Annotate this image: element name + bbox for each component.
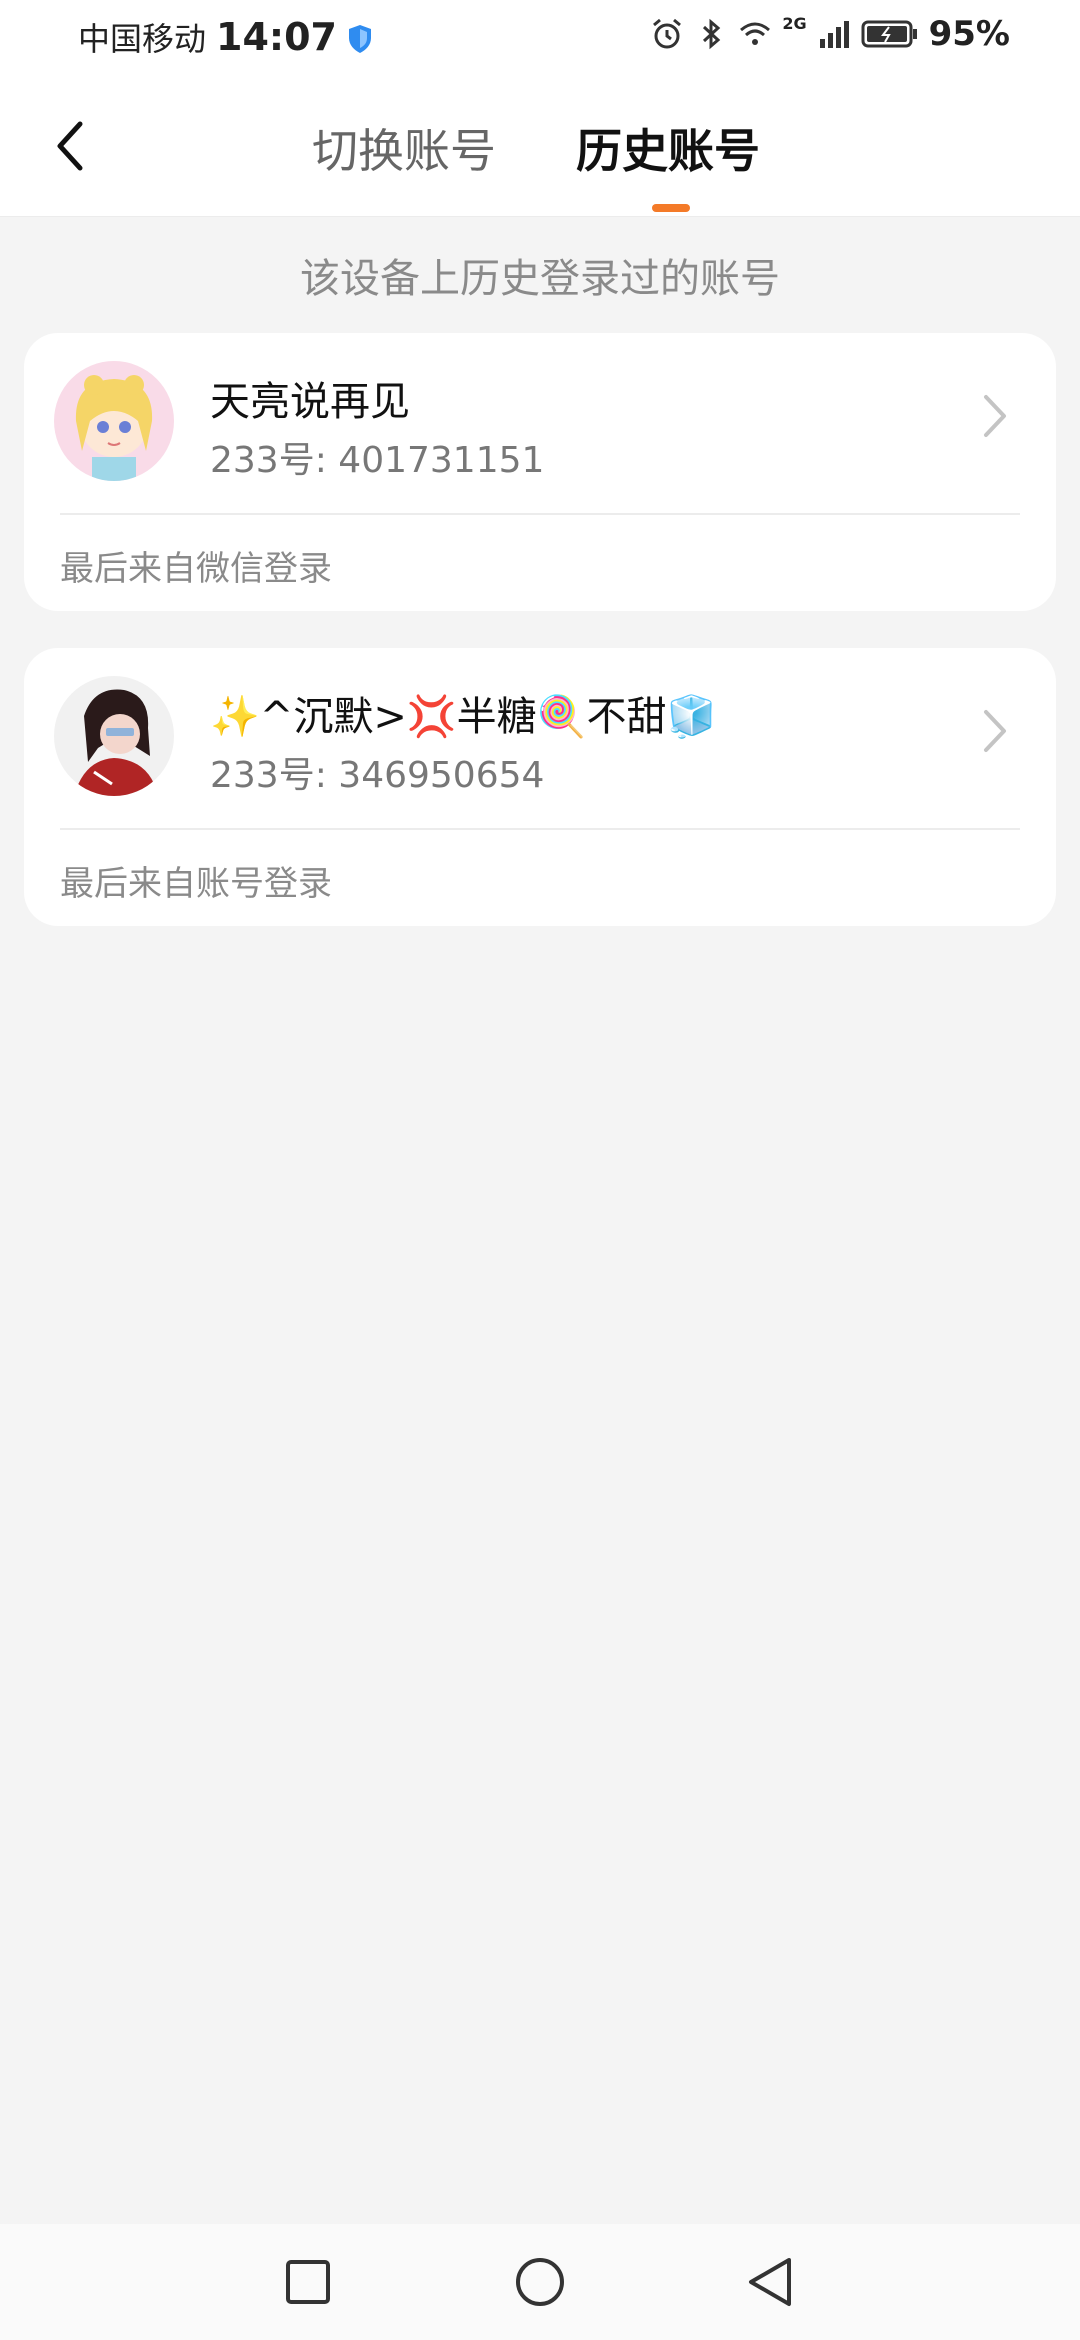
back-triangle-icon bbox=[749, 2258, 791, 2306]
battery-icon bbox=[861, 17, 919, 51]
recent-apps-button[interactable] bbox=[272, 2246, 344, 2318]
last-login-source: 最后来自微信登录 bbox=[60, 549, 332, 589]
status-right: 2G 95% bbox=[650, 14, 1010, 54]
last-login-source: 最后来自账号登录 bbox=[60, 864, 332, 904]
home-button[interactable] bbox=[504, 2246, 576, 2318]
wifi-icon bbox=[738, 17, 772, 51]
chevron-left-icon bbox=[57, 121, 83, 171]
chevron-right-icon bbox=[984, 395, 1006, 437]
avatar bbox=[54, 361, 174, 481]
tab-history-account[interactable]: 历史账号 bbox=[576, 116, 760, 186]
account-id: 233号: 346950654 bbox=[210, 755, 545, 796]
bluetooth-icon bbox=[694, 17, 728, 51]
account-card[interactable]: 天亮说再见 233号: 401731151 最后来自微信登录 bbox=[24, 333, 1056, 611]
battery-percent: 95% bbox=[928, 14, 1010, 54]
status-time: 14:07 bbox=[216, 15, 337, 59]
account-name: ✨^沉默>💢半糖🍭不甜🧊 bbox=[210, 694, 717, 740]
tab-switch-account[interactable]: 切换账号 bbox=[312, 116, 496, 186]
shield-icon bbox=[347, 22, 373, 53]
chevron-right-icon bbox=[984, 710, 1006, 752]
account-name: 天亮说再见 bbox=[210, 379, 410, 425]
network-type: 2G bbox=[782, 14, 807, 33]
avatar bbox=[54, 676, 174, 796]
account-card[interactable]: ✨^沉默>💢半糖🍭不甜🧊 233号: 346950654 最后来自账号登录 bbox=[24, 648, 1056, 926]
alarm-icon bbox=[650, 17, 684, 51]
section-subtitle: 该设备上历史登录过的账号 bbox=[300, 256, 780, 302]
divider bbox=[60, 828, 1020, 830]
carrier-name: 中国移动 bbox=[78, 20, 207, 58]
status-bar: 中国移动 14:07 2G 95% bbox=[0, 0, 1080, 76]
divider bbox=[60, 513, 1020, 515]
system-back-button[interactable] bbox=[734, 2246, 806, 2318]
top-navigation: 切换账号 历史账号 bbox=[0, 76, 1080, 217]
recent-apps-icon bbox=[286, 2260, 330, 2304]
status-left: 中国移动 14:07 bbox=[78, 14, 373, 60]
home-icon bbox=[516, 2258, 564, 2306]
account-id: 233号: 401731151 bbox=[210, 440, 545, 481]
system-navigation-bar bbox=[0, 2224, 1080, 2340]
active-tab-indicator bbox=[652, 204, 690, 212]
signal-icon bbox=[817, 17, 851, 51]
back-button[interactable] bbox=[40, 106, 100, 186]
